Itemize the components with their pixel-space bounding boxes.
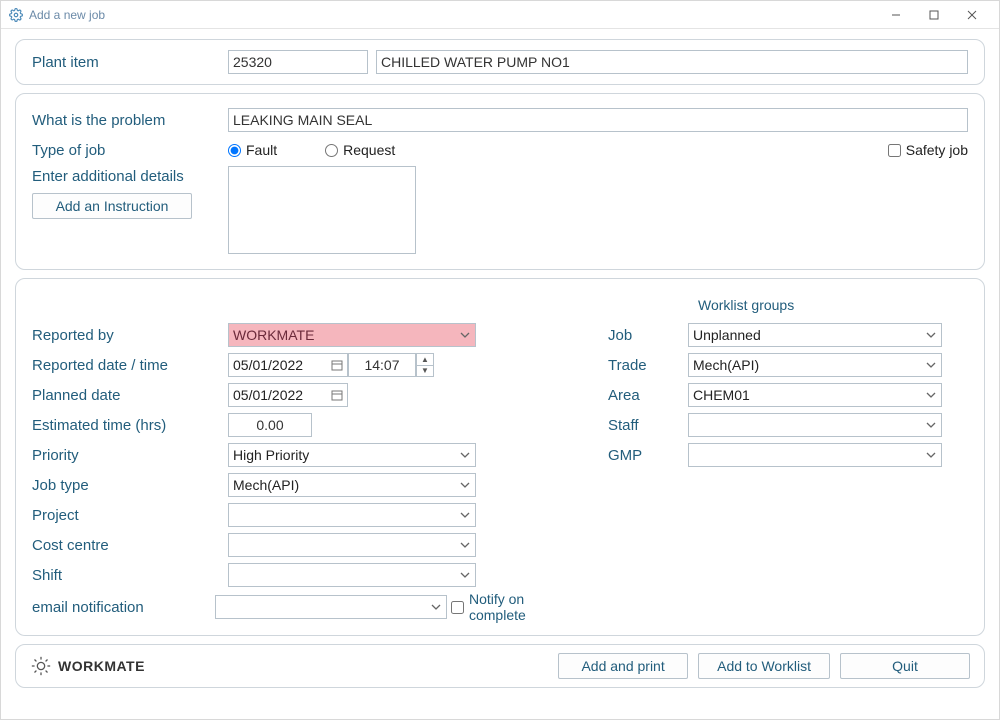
chevron-down-icon [923, 360, 939, 370]
chevron-down-icon [923, 390, 939, 400]
add-to-worklist-button[interactable]: Add to Worklist [698, 653, 830, 679]
additional-details-label: Enter additional details [32, 168, 228, 185]
brand-text: WORKMATE [58, 658, 145, 674]
chevron-down-icon [457, 510, 473, 520]
quit-button[interactable]: Quit [840, 653, 970, 679]
priority-value: High Priority [233, 447, 457, 463]
costcentre-combo[interactable] [228, 533, 476, 557]
problem-label: What is the problem [32, 112, 228, 129]
shift-combo[interactable] [228, 563, 476, 587]
chevron-down-icon [428, 602, 444, 612]
chevron-down-icon [923, 450, 939, 460]
request-radio-label: Request [343, 142, 395, 158]
spinner-up-icon[interactable]: ▲ [417, 354, 433, 366]
trade-value: Mech(API) [693, 357, 923, 373]
priority-combo[interactable]: High Priority [228, 443, 476, 467]
notify-on-complete-checkbox[interactable]: Notify on complete [451, 591, 576, 623]
notify-on-complete-label: Notify on complete [469, 591, 576, 623]
worklist-groups-header: Worklist groups [698, 297, 794, 313]
type-of-job-label: Type of job [32, 142, 228, 159]
reported-datetime-label: Reported date / time [32, 357, 228, 374]
plant-description-input[interactable] [376, 50, 968, 74]
chevron-down-icon [457, 570, 473, 580]
planned-date-label: Planned date [32, 387, 228, 404]
chevron-down-icon [457, 540, 473, 550]
footer-panel: WORKMATE Add and print Add to Worklist Q… [15, 644, 985, 688]
fault-radio-label: Fault [246, 142, 277, 158]
gear-icon [9, 8, 23, 22]
area-value: CHEM01 [693, 387, 923, 403]
chevron-down-icon [457, 480, 473, 490]
email-notification-combo[interactable] [215, 595, 447, 619]
estimated-time-input[interactable] [228, 413, 312, 437]
email-notification-label: email notification [32, 599, 215, 616]
request-radio[interactable]: Request [325, 142, 395, 158]
gmp-label: GMP [608, 447, 688, 464]
safety-job-label: Safety job [906, 142, 968, 158]
plant-item-label: Plant item [32, 54, 228, 71]
reported-by-label: Reported by [32, 327, 228, 344]
job-combo[interactable]: Unplanned [688, 323, 942, 347]
chevron-down-icon [457, 450, 473, 460]
estimated-time-label: Estimated time (hrs) [32, 417, 228, 434]
right-column: Worklist groups Job Unplanned Trade Mech… [608, 289, 968, 625]
reported-time-input[interactable] [348, 353, 416, 377]
spinner-down-icon[interactable]: ▼ [417, 366, 433, 377]
time-spinner[interactable]: ▲▼ [416, 353, 434, 377]
reported-by-value: WORKMATE [233, 327, 457, 343]
gear-icon [30, 655, 52, 677]
problem-panel: What is the problem Type of job Fault Re… [15, 93, 985, 270]
plant-item-panel: Plant item [15, 39, 985, 85]
staff-combo[interactable] [688, 413, 942, 437]
jobtype-value: Mech(API) [233, 477, 457, 493]
planned-date-picker[interactable]: 05/01/2022 [228, 383, 348, 407]
job-value: Unplanned [693, 327, 923, 343]
fault-radio[interactable]: Fault [228, 142, 277, 158]
area-combo[interactable]: CHEM01 [688, 383, 942, 407]
maximize-button[interactable] [915, 3, 953, 27]
gmp-combo[interactable] [688, 443, 942, 467]
close-button[interactable] [953, 3, 991, 27]
priority-label: Priority [32, 447, 228, 464]
workmate-logo: WORKMATE [30, 655, 145, 677]
left-column: Reported by WORKMATE Reported date / tim… [32, 289, 576, 625]
problem-input[interactable] [228, 108, 968, 132]
calendar-dropdown-icon [329, 389, 345, 401]
area-label: Area [608, 387, 688, 404]
jobtype-label: Job type [32, 477, 228, 494]
window-title: Add a new job [29, 8, 105, 22]
reported-date-picker[interactable]: 05/01/2022 [228, 353, 348, 377]
chevron-down-icon [923, 420, 939, 430]
project-combo[interactable] [228, 503, 476, 527]
calendar-dropdown-icon [329, 359, 345, 371]
plant-id-input[interactable] [228, 50, 368, 74]
minimize-button[interactable] [877, 3, 915, 27]
safety-job-checkbox[interactable]: Safety job [888, 142, 968, 158]
costcentre-label: Cost centre [32, 537, 228, 554]
chevron-down-icon [923, 330, 939, 340]
window-frame: Add a new job Plant item What is the pro… [0, 0, 1000, 720]
job-label: Job [608, 327, 688, 344]
staff-label: Staff [608, 417, 688, 434]
shift-label: Shift [32, 567, 228, 584]
add-and-print-button[interactable]: Add and print [558, 653, 688, 679]
chevron-down-icon [457, 330, 473, 340]
trade-label: Trade [608, 357, 688, 374]
jobtype-combo[interactable]: Mech(API) [228, 473, 476, 497]
details-panel: Reported by WORKMATE Reported date / tim… [15, 278, 985, 636]
add-instruction-button[interactable]: Add an Instruction [32, 193, 192, 219]
reported-date-value: 05/01/2022 [233, 357, 329, 373]
reported-by-combo[interactable]: WORKMATE [228, 323, 476, 347]
planned-date-value: 05/01/2022 [233, 387, 329, 403]
project-label: Project [32, 507, 228, 524]
additional-details-textarea[interactable] [228, 166, 416, 254]
trade-combo[interactable]: Mech(API) [688, 353, 942, 377]
titlebar: Add a new job [1, 1, 999, 29]
